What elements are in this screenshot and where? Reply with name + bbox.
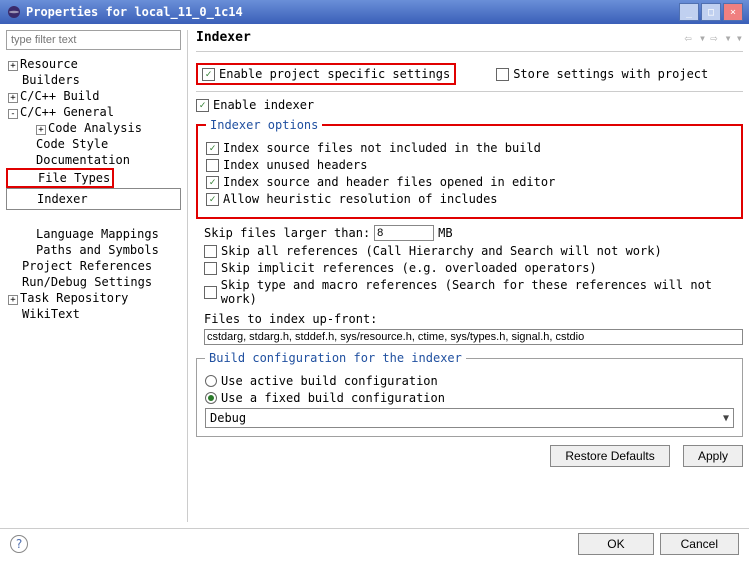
tree-item-resource[interactable]: +Resource: [6, 56, 181, 72]
skip-larger-input[interactable]: [374, 225, 434, 241]
enable-indexer-label: Enable indexer: [213, 98, 314, 112]
skip-larger-label: Skip files larger than:: [204, 226, 370, 240]
skip-type-checkbox[interactable]: [204, 286, 217, 299]
filter-input[interactable]: [6, 30, 181, 50]
back-icon[interactable]: ⇦ ▾: [684, 31, 706, 45]
allow-heur-checkbox[interactable]: ✓: [206, 193, 219, 206]
store-settings-checkbox[interactable]: [496, 68, 509, 81]
tree-item-langmap[interactable]: Language Mappings: [6, 226, 181, 242]
idx-editor-checkbox[interactable]: ✓: [206, 176, 219, 189]
tree-item-wikitext[interactable]: WikiText: [6, 306, 181, 322]
skip-all-checkbox[interactable]: [204, 245, 217, 258]
window-titlebar: Properties for local_11_0_1c14 _ □ ×: [0, 0, 749, 24]
forward-icon[interactable]: ⇨ ▾: [710, 31, 732, 45]
mb-label: MB: [438, 226, 452, 240]
tree-item-codestyle[interactable]: Code Style: [6, 136, 181, 152]
cancel-button[interactable]: Cancel: [660, 533, 739, 555]
indexer-options-legend: Indexer options: [206, 118, 322, 132]
enable-project-checkbox[interactable]: ✓: [202, 68, 215, 81]
close-button[interactable]: ×: [723, 3, 743, 21]
window-title: Properties for local_11_0_1c14: [26, 5, 679, 19]
help-button[interactable]: ?: [10, 535, 28, 553]
config-select[interactable]: Debug ▼: [205, 408, 734, 428]
build-config-legend: Build configuration for the indexer: [205, 351, 466, 365]
expand-icon[interactable]: +: [8, 295, 18, 305]
ok-button[interactable]: OK: [578, 533, 653, 555]
upfront-input[interactable]: [204, 329, 743, 345]
tree-item-cbuild[interactable]: +C/C++ Build: [6, 88, 181, 104]
upfront-label: Files to index up-front:: [204, 312, 377, 326]
maximize-button[interactable]: □: [701, 3, 721, 21]
restore-defaults-button[interactable]: Restore Defaults: [550, 445, 669, 467]
build-config-fieldset: Build configuration for the indexer Use …: [196, 351, 743, 437]
expand-icon[interactable]: +: [8, 61, 18, 71]
enable-project-label: Enable project specific settings: [219, 67, 450, 81]
menu-icon[interactable]: ▾: [736, 31, 743, 45]
tree-item-paths[interactable]: Paths and Symbols: [6, 242, 181, 258]
tree-item-builders[interactable]: Builders: [6, 72, 181, 88]
idx-src-not-inc-checkbox[interactable]: ✓: [206, 142, 219, 155]
indexer-options-fieldset: Indexer options ✓Index source files not …: [196, 118, 743, 219]
config-value: Debug: [210, 411, 246, 425]
tree-item-documentation[interactable]: Documentation: [6, 152, 181, 168]
collapse-icon[interactable]: -: [8, 109, 18, 119]
tree-item-rundebug[interactable]: Run/Debug Settings: [6, 274, 181, 290]
store-settings-label: Store settings with project: [513, 67, 708, 81]
minimize-button[interactable]: _: [679, 3, 699, 21]
tree-item-projrefs[interactable]: Project References: [6, 258, 181, 274]
tree-item-filetypes[interactable]: File Types: [6, 168, 114, 188]
enable-indexer-checkbox[interactable]: ✓: [196, 99, 209, 112]
eclipse-icon: [6, 4, 22, 20]
use-fixed-radio[interactable]: [205, 392, 217, 404]
expand-icon[interactable]: +: [8, 93, 18, 103]
use-active-radio[interactable]: [205, 375, 217, 387]
tree-item-codeanalysis[interactable]: +Code Analysis: [6, 120, 181, 136]
idx-unused-checkbox[interactable]: [206, 159, 219, 172]
tree-item-taskrepo[interactable]: +Task Repository: [6, 290, 181, 306]
page-title: Indexer: [196, 30, 680, 45]
tree-item-indexer[interactable]: Indexer: [6, 188, 181, 210]
skip-impl-checkbox[interactable]: [204, 262, 217, 275]
apply-button[interactable]: Apply: [683, 445, 743, 467]
expand-icon[interactable]: +: [36, 125, 46, 135]
chevron-down-icon: ▼: [723, 413, 729, 424]
nav-tree: +Resource Builders +C/C++ Build -C/C++ G…: [6, 56, 181, 322]
tree-item-cgeneral[interactable]: -C/C++ General: [6, 104, 181, 120]
